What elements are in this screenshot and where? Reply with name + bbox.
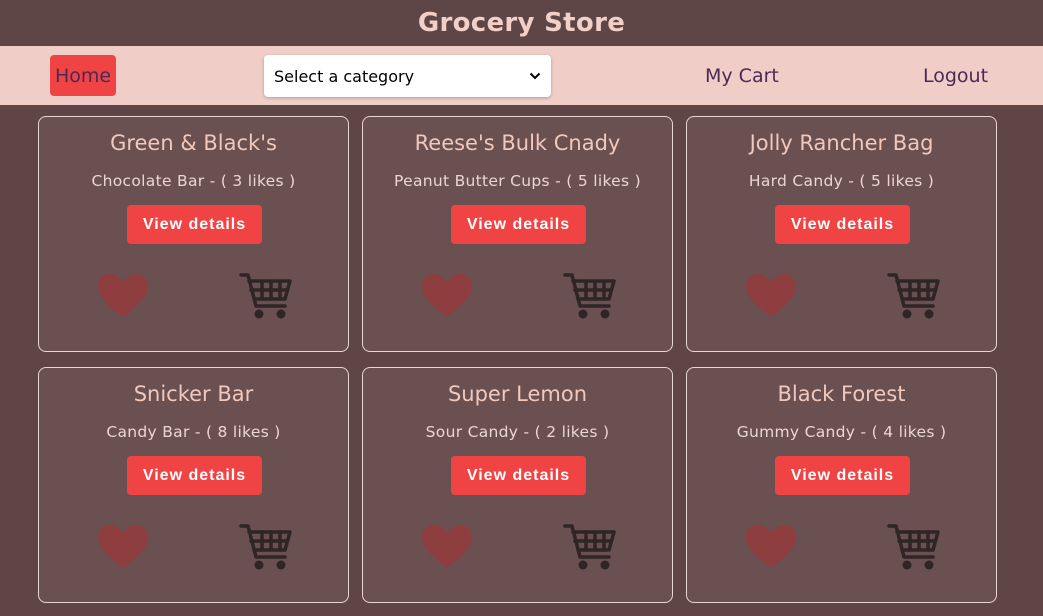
product-name: Reese's Bulk Cnady xyxy=(414,131,621,155)
product-card: Snicker Bar Candy Bar - ( 8 likes ) View… xyxy=(38,367,349,603)
heart-icon[interactable] xyxy=(745,273,797,319)
shopping-cart-icon[interactable] xyxy=(239,521,293,573)
view-details-button[interactable]: View details xyxy=(775,205,910,244)
product-card: Reese's Bulk Cnady Peanut Butter Cups - … xyxy=(362,116,673,352)
product-card: Black Forest Gummy Candy - ( 4 likes ) V… xyxy=(686,367,997,603)
shopping-cart-icon[interactable] xyxy=(239,270,293,322)
product-card: Super Lemon Sour Candy - ( 2 likes ) Vie… xyxy=(362,367,673,603)
product-description: Candy Bar - ( 8 likes ) xyxy=(106,423,281,441)
product-card: Jolly Rancher Bag Hard Candy - ( 5 likes… xyxy=(686,116,997,352)
view-details-button[interactable]: View details xyxy=(451,205,586,244)
heart-icon[interactable] xyxy=(97,273,149,319)
category-select[interactable]: Select a category xyxy=(264,55,551,97)
view-details-button[interactable]: View details xyxy=(127,205,262,244)
product-name: Jolly Rancher Bag xyxy=(749,131,934,155)
heart-icon[interactable] xyxy=(421,524,473,570)
product-name: Super Lemon xyxy=(447,382,588,406)
page-title: Grocery Store xyxy=(417,8,626,38)
product-name: Snicker Bar xyxy=(133,382,254,406)
shopping-cart-icon[interactable] xyxy=(887,270,941,322)
chevron-down-icon xyxy=(529,72,541,80)
view-details-button[interactable]: View details xyxy=(775,456,910,495)
product-description: Peanut Butter Cups - ( 5 likes ) xyxy=(394,172,641,190)
home-button[interactable]: Home xyxy=(50,55,116,96)
logout-link[interactable]: Logout xyxy=(923,55,988,96)
page-header: Grocery Store xyxy=(0,0,1043,46)
product-card: Green & Black's Chocolate Bar - ( 3 like… xyxy=(38,116,349,352)
heart-icon[interactable] xyxy=(97,524,149,570)
heart-icon[interactable] xyxy=(421,273,473,319)
product-name: Green & Black's xyxy=(110,131,277,155)
view-details-button[interactable]: View details xyxy=(451,456,586,495)
shopping-cart-icon[interactable] xyxy=(563,521,617,573)
category-select-value: Select a category xyxy=(274,66,415,86)
product-description: Sour Candy - ( 2 likes ) xyxy=(425,423,610,441)
navbar: Home Select a category My Cart Logout xyxy=(0,46,1043,105)
product-name: Black Forest xyxy=(777,382,906,406)
view-details-button[interactable]: View details xyxy=(127,456,262,495)
product-description: Hard Candy - ( 5 likes ) xyxy=(748,172,935,190)
shopping-cart-icon[interactable] xyxy=(563,270,617,322)
shopping-cart-icon[interactable] xyxy=(887,521,941,573)
product-description: Gummy Candy - ( 4 likes ) xyxy=(736,423,947,441)
my-cart-link[interactable]: My Cart xyxy=(705,55,779,96)
product-description: Chocolate Bar - ( 3 likes ) xyxy=(91,172,296,190)
heart-icon[interactable] xyxy=(745,524,797,570)
